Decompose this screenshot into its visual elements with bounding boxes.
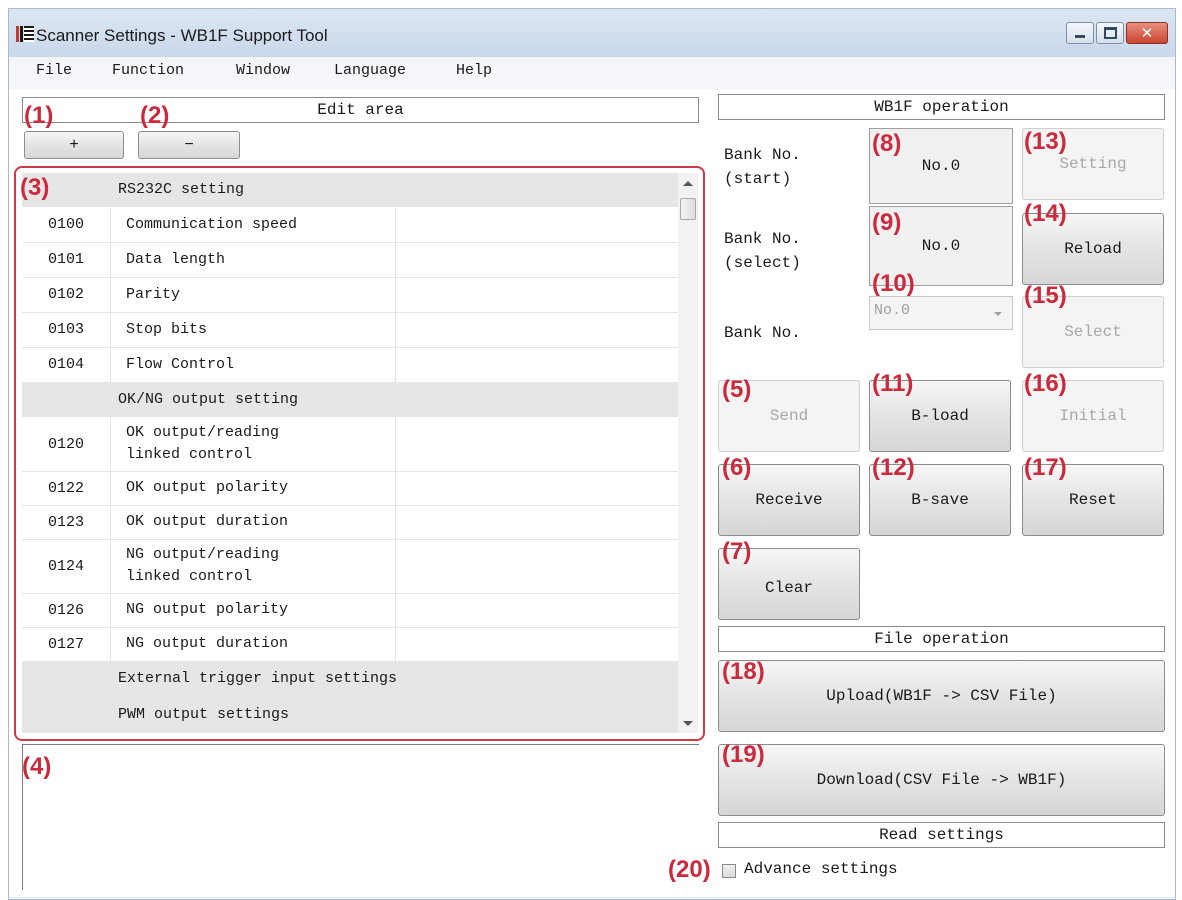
wb1f-operation-title: WB1F operation (874, 98, 1009, 116)
callout-12: (12) (872, 454, 915, 481)
read-settings-title: Read settings (879, 826, 1004, 844)
reload-label: Reload (1064, 240, 1122, 258)
menu-function[interactable]: Function (112, 62, 184, 79)
wb1f-operation-header: WB1F operation (718, 94, 1165, 120)
read-settings-header: Read settings (718, 822, 1165, 848)
callout-9: (9) (872, 209, 902, 236)
close-icon: ✕ (1140, 23, 1154, 42)
bank-dropdown-value: No.0 (874, 302, 911, 319)
send-label: Send (769, 407, 809, 425)
bank-start-label: Bank No. (start) (724, 146, 801, 188)
callout-4: (4) (22, 753, 52, 780)
reset-label: Reset (1068, 491, 1117, 509)
menu-file[interactable]: File (36, 62, 72, 79)
callout-10: (10) (872, 270, 915, 297)
bank-dropdown[interactable]: No.0 (869, 296, 1013, 330)
menu-help[interactable]: Help (456, 62, 492, 79)
callout-11: (11) (872, 370, 914, 397)
setting-label: Setting (1059, 155, 1127, 173)
edit-area-header: Edit area (22, 97, 699, 123)
menu-language[interactable]: Language (334, 62, 406, 79)
description-panel (22, 744, 699, 890)
chevron-down-icon (994, 312, 1002, 316)
select-label: Select (1064, 323, 1122, 341)
receive-label: Receive (755, 491, 823, 509)
download-button[interactable]: Download(CSV File -> WB1F) (718, 744, 1165, 816)
app-icon (16, 26, 34, 42)
callout-1: (1) (24, 102, 54, 129)
settings-table-highlight (14, 166, 705, 741)
bank-select-label: Bank No. (select) (724, 230, 801, 272)
callout-5: (5) (722, 376, 752, 403)
advance-settings-checkbox[interactable] (722, 864, 736, 878)
bank-start-text: No.0 (921, 157, 961, 175)
download-label: Download(CSV File -> WB1F) (816, 771, 1067, 789)
upload-label: Upload(WB1F -> CSV File) (826, 687, 1057, 705)
callout-7: (7) (722, 538, 752, 565)
initial-label: Initial (1059, 407, 1127, 425)
callout-14: (14) (1024, 200, 1067, 227)
upload-button[interactable]: Upload(WB1F -> CSV File) (718, 660, 1165, 732)
bank-label: Bank No. (724, 324, 801, 342)
file-operation-header: File operation (718, 626, 1165, 652)
callout-20: (20) (668, 856, 711, 883)
advance-settings-label[interactable]: Advance settings (744, 860, 898, 878)
callout-15: (15) (1024, 282, 1067, 309)
bank-select-text: No.0 (921, 237, 961, 255)
callout-18: (18) (722, 658, 765, 685)
callout-6: (6) (722, 454, 752, 481)
remove-label: − (184, 136, 194, 154)
b-load-label: B-load (911, 407, 969, 425)
close-button[interactable]: ✕ (1126, 22, 1168, 44)
callout-8: (8) (872, 130, 902, 157)
callout-13: (13) (1024, 128, 1067, 155)
callout-19: (19) (722, 741, 765, 768)
clear-label: Clear (764, 579, 813, 597)
edit-area-title: Edit area (317, 101, 404, 119)
menu-window[interactable]: Window (236, 62, 290, 79)
maximize-button[interactable] (1096, 22, 1124, 44)
maximize-icon (1103, 27, 1117, 39)
window-title: Scanner Settings - WB1F Support Tool (36, 26, 328, 45)
add-button[interactable]: + (24, 131, 124, 159)
minimize-button[interactable] (1066, 22, 1094, 44)
minimize-icon (1075, 34, 1085, 38)
add-label: + (69, 136, 79, 154)
callout-17: (17) (1024, 454, 1067, 481)
callout-3: (3) (20, 174, 50, 201)
remove-button[interactable]: − (138, 131, 240, 159)
callout-16: (16) (1024, 370, 1067, 397)
callout-2: (2) (140, 102, 170, 129)
file-operation-title: File operation (874, 630, 1009, 648)
b-save-label: B-save (911, 491, 969, 509)
